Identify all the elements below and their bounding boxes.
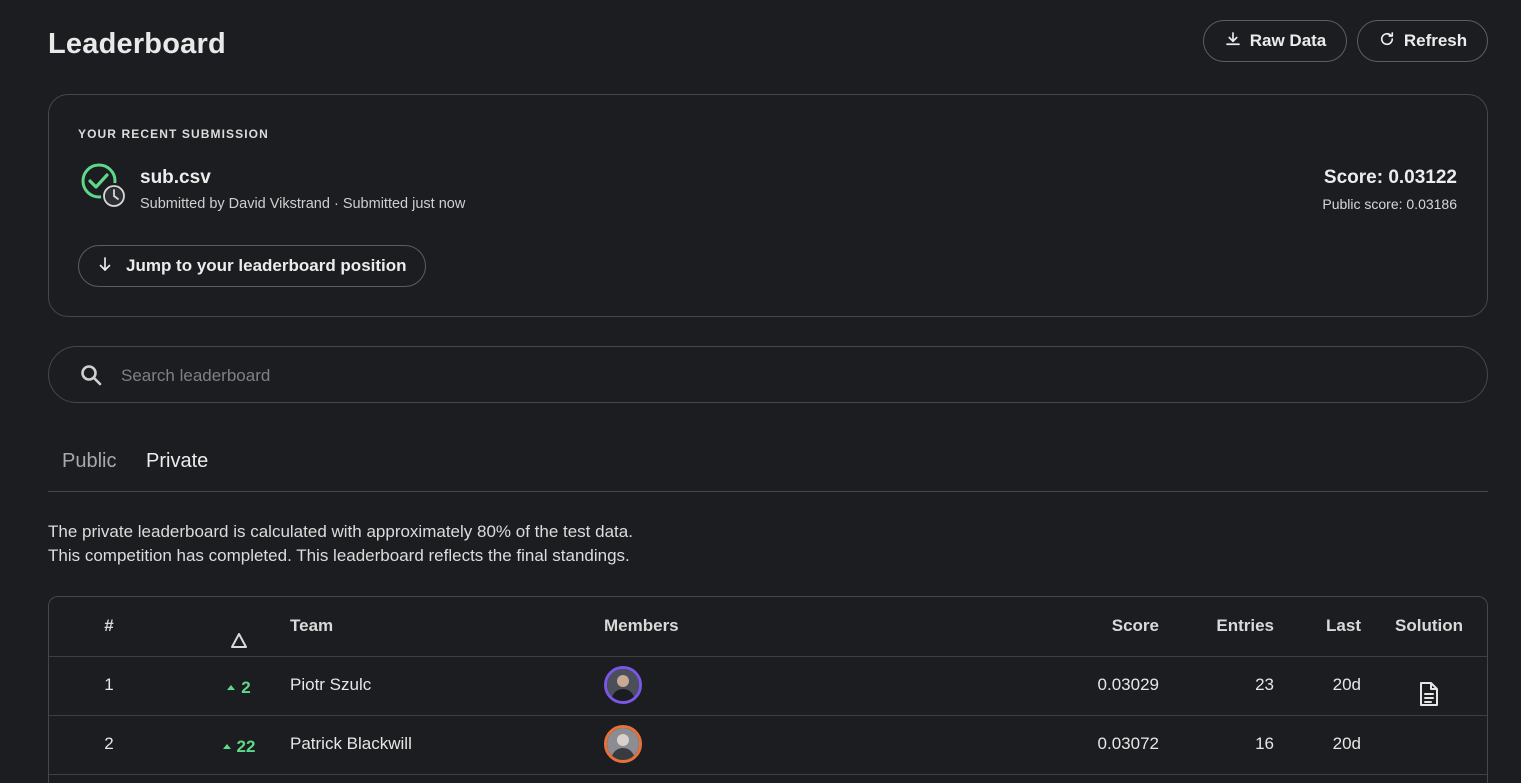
submission-meta: Submitted by David Vikstrand · Submitted… — [140, 196, 466, 212]
row-team-name[interactable]: Patrick Blackwill — [290, 715, 412, 773]
column-header-last[interactable]: Last — [1299, 597, 1361, 655]
row-team-name[interactable]: Piotr Szulc — [290, 656, 371, 714]
search-icon — [79, 363, 103, 387]
table-row[interactable]: 1 2 Piotr Szulc 0.03029 23 20d — [49, 656, 1487, 716]
note-line-1: The private leaderboard is calculated wi… — [48, 522, 633, 541]
document-icon[interactable] — [1418, 673, 1440, 706]
jump-to-position-button[interactable]: Jump to your leaderboard position — [78, 245, 426, 287]
leaderboard-page: Leaderboard Raw Data Refresh YOUR RECENT… — [0, 0, 1521, 783]
row-delta: 22 — [204, 715, 274, 773]
leaderboard-table: # Team Members Score Entries Last Soluti… — [48, 596, 1488, 783]
row-score: 0.03029 — [1097, 675, 1159, 694]
jump-to-position-label: Jump to your leaderboard position — [126, 256, 407, 275]
refresh-label: Refresh — [1403, 31, 1468, 50]
row-solution — [1389, 656, 1469, 714]
page-title: Leaderboard — [48, 28, 226, 60]
delta-icon — [229, 617, 249, 648]
rank-change-value: 2 — [241, 677, 251, 697]
rank-change-up: 22 — [222, 718, 256, 776]
tab-public[interactable]: Public — [62, 450, 116, 473]
column-header-score[interactable]: Score — [1039, 597, 1159, 655]
up-triangle-icon — [227, 685, 236, 690]
rank-change-up: 2 — [227, 659, 251, 717]
row-last: 20d — [1332, 734, 1361, 753]
leaderboard-note: The private leaderboard is calculated wi… — [48, 520, 633, 568]
refresh-button[interactable]: Refresh — [1357, 20, 1488, 62]
row-entries: 16 — [1255, 734, 1274, 753]
note-line-2: This competition has completed. This lea… — [48, 546, 630, 565]
row-delta: 2 — [204, 656, 274, 714]
recent-submission-heading: YOUR RECENT SUBMISSION — [78, 127, 269, 141]
column-header-team[interactable]: Team — [290, 597, 333, 655]
column-header-members: Members — [604, 616, 679, 635]
table-row[interactable]: 2 22 Patrick Blackwill 0.03072 16 20d — [49, 715, 1487, 775]
row-entries: 23 — [1255, 675, 1274, 694]
row-rank: 1 — [104, 675, 114, 694]
search-box — [48, 346, 1488, 404]
refresh-icon — [1378, 30, 1396, 53]
row-score: 0.03072 — [1097, 734, 1159, 753]
submission-complete-icon — [79, 163, 129, 213]
member-avatar[interactable] — [604, 725, 642, 763]
up-triangle-icon — [222, 744, 231, 749]
column-header-rank[interactable]: # — [89, 597, 129, 655]
download-icon — [1224, 30, 1242, 53]
search-input[interactable] — [119, 347, 1463, 404]
column-header-delta[interactable] — [204, 597, 274, 655]
row-solution — [1389, 715, 1469, 773]
member-avatar[interactable] — [604, 666, 642, 704]
leaderboard-tabs: Public Private — [48, 446, 1488, 492]
arrow-down-icon — [96, 255, 114, 278]
row-rank: 2 — [104, 734, 114, 753]
tab-private[interactable]: Private — [146, 450, 208, 473]
submission-score: Score: 0.03122 — [1323, 167, 1457, 188]
raw-data-label: Raw Data — [1249, 31, 1327, 50]
column-header-entries[interactable]: Entries — [1189, 597, 1274, 655]
column-header-solution: Solution — [1395, 616, 1463, 635]
rank-change-value: 22 — [236, 736, 256, 756]
table-header-row: # Team Members Score Entries Last Soluti… — [49, 597, 1487, 657]
submission-public-score: Public score: 0.03186 — [1322, 196, 1457, 212]
recent-submission-card: YOUR RECENT SUBMISSION sub.csv Submitted… — [48, 94, 1488, 317]
submission-file-name: sub.csv — [140, 167, 211, 188]
row-last: 20d — [1332, 675, 1361, 694]
raw-data-button[interactable]: Raw Data — [1203, 20, 1347, 62]
